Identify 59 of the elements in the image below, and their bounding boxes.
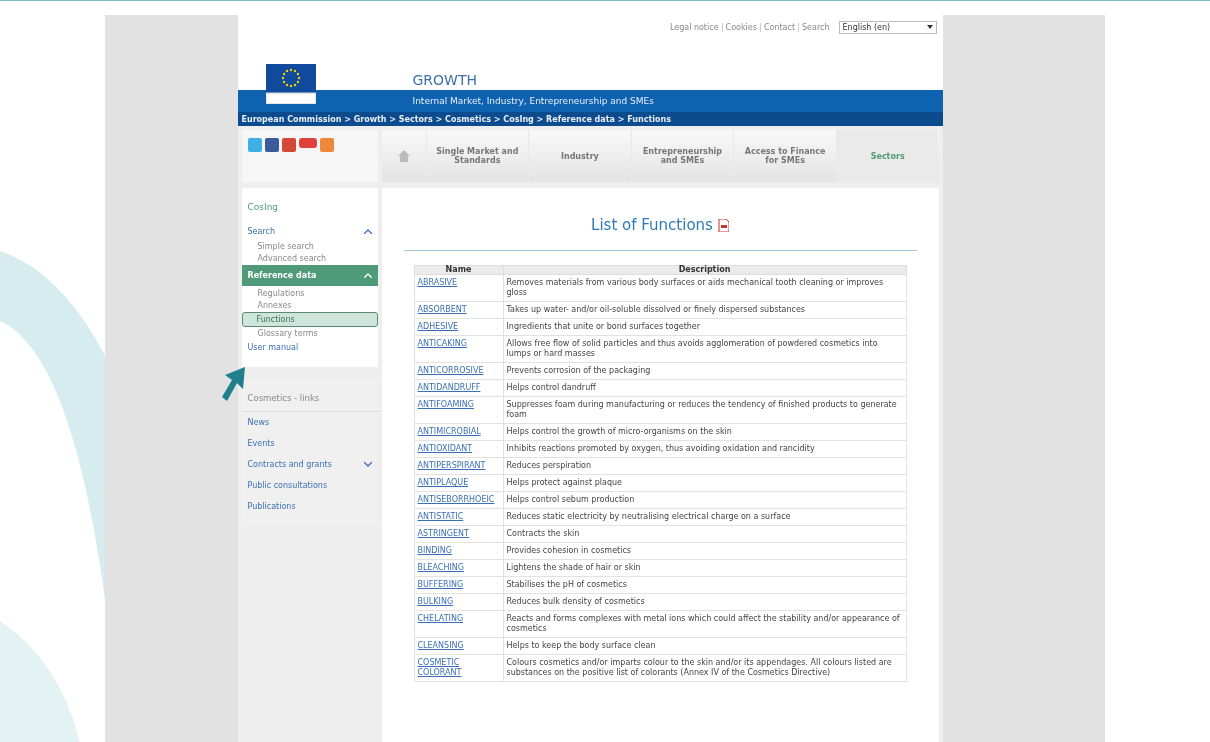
menu-section[interactable]: Reference data: [241, 265, 378, 286]
language-select[interactable]: English (en): [838, 20, 937, 34]
nav-tab[interactable]: Sectors: [835, 130, 939, 182]
sidebar-link[interactable]: News: [241, 412, 378, 433]
sidebar-link[interactable]: Publications: [241, 496, 378, 517]
links-section[interactable]: Contracts and grants: [241, 454, 378, 475]
top-link[interactable]: Legal notice: [666, 22, 722, 32]
menu-section[interactable]: Search: [241, 224, 378, 239]
nav-tab[interactable]: Entrepreneurship and SMEs: [630, 130, 734, 182]
submenu-item[interactable]: Simple search: [241, 241, 378, 252]
nav-tab[interactable]: Single Market and Standards: [425, 130, 529, 182]
sidebar-title: CosIng: [246, 202, 280, 214]
pointer-arrow-icon: [221, 367, 247, 401]
table-cell: Lightens the shade of hair or skin: [503, 559, 906, 577]
table-cell: Reacts and forms complexes with metal ions which could affect the stability and/or appearance of cosmetics: [503, 610, 906, 638]
table-cell: Helps protect against plaque: [503, 474, 906, 492]
site-title: GROWTH: [411, 72, 478, 88]
table-cell: Helps control the growth of micro-organisms on the skin: [503, 423, 906, 441]
table-cell: Colours cosmetics and/or imparts colour to the skin and/or its appendages. All colours listed are substances on the positive list of colorants (Annex IV of the Cosmetics Directive): [503, 654, 906, 682]
table-cell: Provides cohesion in cosmetics: [503, 542, 906, 560]
submenu-item[interactable]: Annexes: [241, 300, 378, 311]
submenu-item[interactable]: Regulations: [241, 288, 378, 299]
table-cell: Helps to keep the body surface clean: [503, 637, 906, 655]
sidebar-link[interactable]: Public consultations: [241, 475, 378, 496]
page-title: List of Functions: [591, 216, 713, 234]
submenu-item[interactable]: Glossary terms: [241, 328, 378, 339]
table-cell: Helps control dandruff: [503, 379, 906, 397]
table-cell: Helps control sebum production: [503, 491, 906, 509]
nav-tab[interactable]: Industry: [528, 130, 631, 182]
caret-icon[interactable]: [363, 462, 372, 467]
submenu-item[interactable]: Advanced search: [241, 253, 378, 264]
function-link[interactable]: ABRASIVE: [417, 278, 458, 288]
table-cell: Takes up water- and/or oil-soluble dissolved or finely dispersed substances: [503, 301, 906, 319]
function-link[interactable]: CHELATING: [417, 614, 464, 624]
table-cell: Suppresses foam during manufacturing or reduces the tendency of finished products to generate foam: [503, 396, 906, 424]
submenu-item[interactable]: Functions: [241, 312, 378, 327]
menu-item[interactable]: User manual: [241, 340, 378, 355]
table-cell: Reduces static electricity by neutralising electrical charge on a surface: [503, 508, 906, 526]
top-link[interactable]: Contact: [759, 22, 798, 32]
nav-tab[interactable]: Access to Finance for SMEs: [733, 130, 836, 182]
table-cell: Ingredients that unite or bond surfaces together: [503, 318, 906, 336]
top-link[interactable]: Search: [798, 22, 833, 32]
table-cell: Removes materials from various body surfaces or aids mechanical tooth cleaning or improves gloss: [503, 274, 906, 302]
table-cell: Inhibits reactions promoted by oxygen, thus avoiding oxidation and rancidity: [503, 440, 906, 458]
table-cell: Reduces perspiration: [503, 457, 906, 475]
table-cell: Prevents corrosion of the packaging: [503, 362, 906, 380]
table-cell: Stabilises the pH of cosmetics: [503, 576, 906, 594]
dropdown-caret-icon[interactable]: [926, 25, 933, 29]
table-cell: Contracts the skin: [503, 525, 906, 543]
top-link[interactable]: Cookies: [721, 22, 760, 32]
column-header: Description: [503, 265, 906, 275]
sidebar-link[interactable]: Events: [241, 433, 378, 454]
table-cell: Allows free flow of solid particles and thus avoids agglomeration of powdered cosmetics into lumps or hard masses: [503, 335, 906, 363]
column-header: Name: [414, 265, 503, 275]
eu-flag-logo[interactable]: [265, 64, 316, 104]
caret-icon[interactable]: [363, 229, 372, 234]
table-cell: Reduces bulk density of cosmetics: [503, 593, 906, 611]
pdf-icon[interactable]: [717, 218, 729, 232]
site-subtitle: Internal Market, Industry, Entrepreneurship and SMEs: [412, 96, 654, 106]
